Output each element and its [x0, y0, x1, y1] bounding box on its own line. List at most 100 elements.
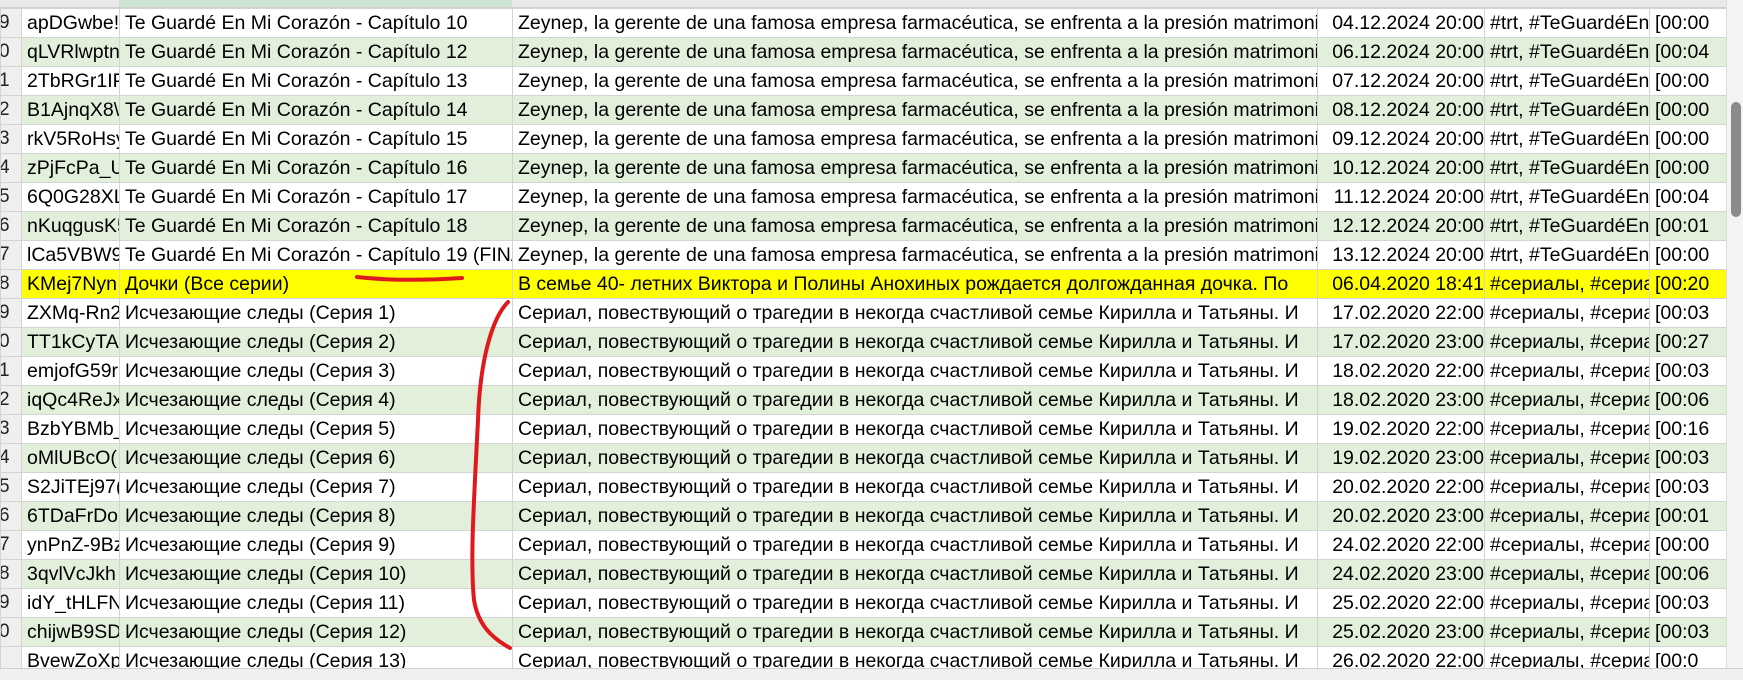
- row-number[interactable]: 3: [0, 124, 22, 154]
- cell-tags[interactable]: #сериалы, #сериалы: [1484, 443, 1650, 473]
- row-number[interactable]: 2: [0, 95, 22, 125]
- cell-id[interactable]: BzbYBMb_: [21, 414, 120, 444]
- table-row[interactable]: 4oMlUBcO(Исчезающие следы (Серия 6)Сериа…: [0, 443, 1726, 473]
- row-number[interactable]: 7: [0, 240, 22, 270]
- cell-tags[interactable]: #сериалы, #сериалы: [1484, 385, 1650, 415]
- table-row[interactable]: 2iqQc4ReJxИсчезающие следы (Серия 4)Сери…: [0, 385, 1726, 415]
- cell-duration[interactable]: [00:16: [1649, 414, 1726, 444]
- table-row[interactable]: 9apDGwbe!Te Guardé En Mi Corazón - Capít…: [0, 8, 1726, 38]
- cell-tags[interactable]: #trt, #TeGuardéEnMiCorazón: [1484, 95, 1650, 125]
- cell-tags[interactable]: #сериалы, #сериалы: [1484, 530, 1650, 560]
- row-number[interactable]: 9: [0, 298, 22, 328]
- cell-duration[interactable]: [00:03: [1649, 356, 1726, 386]
- table-row[interactable]: 66TDaFrDoИсчезающие следы (Серия 8)Сериа…: [0, 501, 1726, 531]
- cell-datetime[interactable]: 25.02.2020 22:00: [1317, 588, 1485, 618]
- cell-title[interactable]: Te Guardé En Mi Corazón - Capítulo 15: [119, 124, 513, 154]
- row-number[interactable]: 5: [0, 472, 22, 502]
- table-row[interactable]: 9ZXMq-Rn2Исчезающие следы (Серия 1)Сериа…: [0, 298, 1726, 328]
- row-number[interactable]: 0: [0, 617, 22, 647]
- cell-id[interactable]: TT1kCyTAi: [21, 327, 120, 357]
- cell-title[interactable]: Te Guardé En Mi Corazón - Capítulo 13: [119, 66, 513, 96]
- cell-description[interactable]: Zeynep, la gerente de una famosa empresa…: [512, 8, 1318, 38]
- cell-tags[interactable]: #trt, #TeGuardéEnMiCorazón: [1484, 182, 1650, 212]
- cell-description[interactable]: В семье 40- летних Виктора и Полины Анох…: [512, 269, 1318, 299]
- cell-description[interactable]: Сериал, повествующий о трагедии в некогд…: [512, 298, 1318, 328]
- cell-duration[interactable]: [00:06: [1649, 559, 1726, 589]
- cell-datetime[interactable]: 25.02.2020 23:00: [1317, 617, 1485, 647]
- cell-duration[interactable]: [00:00: [1649, 124, 1726, 154]
- cell-description[interactable]: Сериал, повествующий о трагедии в некогд…: [512, 530, 1318, 560]
- cell-duration[interactable]: [00:01: [1649, 501, 1726, 531]
- cell-datetime[interactable]: 24.02.2020 22:00: [1317, 530, 1485, 560]
- cell-title[interactable]: Te Guardé En Mi Corazón - Capítulo 18: [119, 211, 513, 241]
- row-number[interactable]: 4: [0, 443, 22, 473]
- cell-title[interactable]: Исчезающие следы (Серия 2): [119, 327, 513, 357]
- cell-description[interactable]: Zeynep, la gerente de una famosa empresa…: [512, 211, 1318, 241]
- cell-id[interactable]: 3qvlVcJkh: [21, 559, 120, 589]
- highlighted-table-row[interactable]: 8KMej7NynДочки (Все серии)В семье 40- ле…: [0, 269, 1726, 299]
- table-row[interactable]: 5S2JiTEj97(Исчезающие следы (Серия 7)Сер…: [0, 472, 1726, 502]
- cell-description[interactable]: Zeynep, la gerente de una famosa empresa…: [512, 182, 1318, 212]
- table-row[interactable]: 9idY_tHLFNИсчезающие следы (Серия 11)Сер…: [0, 588, 1726, 618]
- cell-duration[interactable]: [00:00: [1649, 95, 1726, 125]
- cell-title[interactable]: Te Guardé En Mi Corazón - Capítulo 14: [119, 95, 513, 125]
- cell-duration[interactable]: [00:03: [1649, 472, 1726, 502]
- cell-id[interactable]: qLVRlwptn: [21, 37, 120, 67]
- cell-datetime[interactable]: 18.02.2020 22:00: [1317, 356, 1485, 386]
- row-number[interactable]: 9: [0, 8, 22, 38]
- cell-datetime[interactable]: 18.02.2020 23:00: [1317, 385, 1485, 415]
- cell-id[interactable]: S2JiTEj97(: [21, 472, 120, 502]
- cell-duration[interactable]: [00:03: [1649, 588, 1726, 618]
- spreadsheet-grid[interactable]: 9apDGwbe!Te Guardé En Mi Corazón - Capít…: [0, 0, 1726, 668]
- cell-description[interactable]: Сериал, повествующий о трагедии в некогд…: [512, 588, 1318, 618]
- cell-description[interactable]: Сериал, повествующий о трагедии в некогд…: [512, 414, 1318, 444]
- cell-id[interactable]: idY_tHLFN: [21, 588, 120, 618]
- cell-description[interactable]: Zeynep, la gerente de una famosa empresa…: [512, 124, 1318, 154]
- cell-datetime[interactable]: 17.02.2020 23:00: [1317, 327, 1485, 357]
- cell-duration[interactable]: [00:0: [1649, 646, 1726, 668]
- cell-title[interactable]: Исчезающие следы (Серия 7): [119, 472, 513, 502]
- cell-title[interactable]: Исчезающие следы (Серия 8): [119, 501, 513, 531]
- cell-id[interactable]: zPjFcPa_U(: [21, 153, 120, 183]
- cell-tags[interactable]: #сериалы, #сериалы: [1484, 414, 1650, 444]
- cell-id[interactable]: 2TbRGr1IP: [21, 66, 120, 96]
- cell-title[interactable]: Te Guardé En Mi Corazón - Capítulo 17: [119, 182, 513, 212]
- cell-datetime[interactable]: 10.12.2024 20:00: [1317, 153, 1485, 183]
- table-row[interactable]: 4zPjFcPa_U(Te Guardé En Mi Corazón - Cap…: [0, 153, 1726, 183]
- cell-duration[interactable]: [00:06: [1649, 385, 1726, 415]
- cell-tags[interactable]: #сериалы, #сериалы: [1484, 269, 1650, 299]
- cell-duration[interactable]: [00:03: [1649, 617, 1726, 647]
- cell-id[interactable]: nKuqgusK5: [21, 211, 120, 241]
- column-header-strip[interactable]: [0, 0, 1726, 8]
- row-number[interactable]: 0: [0, 37, 22, 67]
- vertical-scrollbar[interactable]: [1726, 0, 1743, 668]
- cell-tags[interactable]: #сериалы, #сериалы: [1484, 646, 1650, 668]
- cell-title[interactable]: Te Guardé En Mi Corazón - Capítulo 16: [119, 153, 513, 183]
- table-row[interactable]: 0chijwB9SDИсчезающие следы (Серия 12)Сер…: [0, 617, 1726, 647]
- cell-tags[interactable]: #сериалы, #сериалы: [1484, 298, 1650, 328]
- table-row[interactable]: 56Q0G28XLTe Guardé En Mi Corazón - Capít…: [0, 182, 1726, 212]
- cell-tags[interactable]: #trt, #TeGuardéEnMiCorazón: [1484, 211, 1650, 241]
- row-number[interactable]: [0, 646, 22, 668]
- cell-id[interactable]: 6TDaFrDo: [21, 501, 120, 531]
- cell-description[interactable]: Сериал, повествующий о трагедии в некогд…: [512, 501, 1318, 531]
- row-number[interactable]: 8: [0, 559, 22, 589]
- row-number[interactable]: 2: [0, 385, 22, 415]
- table-row[interactable]: BvewZoXp Исчезающие следы (Серия 13) Сериа…: [0, 646, 1726, 668]
- row-number[interactable]: 8: [0, 269, 22, 299]
- cell-description[interactable]: Сериал, повествующий о трагедии в некогд…: [512, 472, 1318, 502]
- cell-tags[interactable]: #trt, #TeGuardéEnMiCorazón: [1484, 37, 1650, 67]
- cell-description[interactable]: Zeynep, la gerente de una famosa empresa…: [512, 95, 1318, 125]
- cell-tags[interactable]: #trt, #TeGuardéEnMiCorazón: [1484, 153, 1650, 183]
- cell-datetime[interactable]: 20.02.2020 23:00: [1317, 501, 1485, 531]
- cell-title[interactable]: Исчезающие следы (Серия 5): [119, 414, 513, 444]
- cell-id[interactable]: 6Q0G28XL: [21, 182, 120, 212]
- table-row[interactable]: 0TT1kCyTAiИсчезающие следы (Серия 2)Сери…: [0, 327, 1726, 357]
- row-number[interactable]: 1: [0, 356, 22, 386]
- cell-datetime[interactable]: 24.02.2020 23:00: [1317, 559, 1485, 589]
- row-number[interactable]: 7: [0, 530, 22, 560]
- cell-description[interactable]: Zeynep, la gerente de una famosa empresa…: [512, 153, 1318, 183]
- cell-id[interactable]: ynPnZ-9Bz: [21, 530, 120, 560]
- cell-duration[interactable]: [00:01: [1649, 211, 1726, 241]
- row-number[interactable]: 4: [0, 153, 22, 183]
